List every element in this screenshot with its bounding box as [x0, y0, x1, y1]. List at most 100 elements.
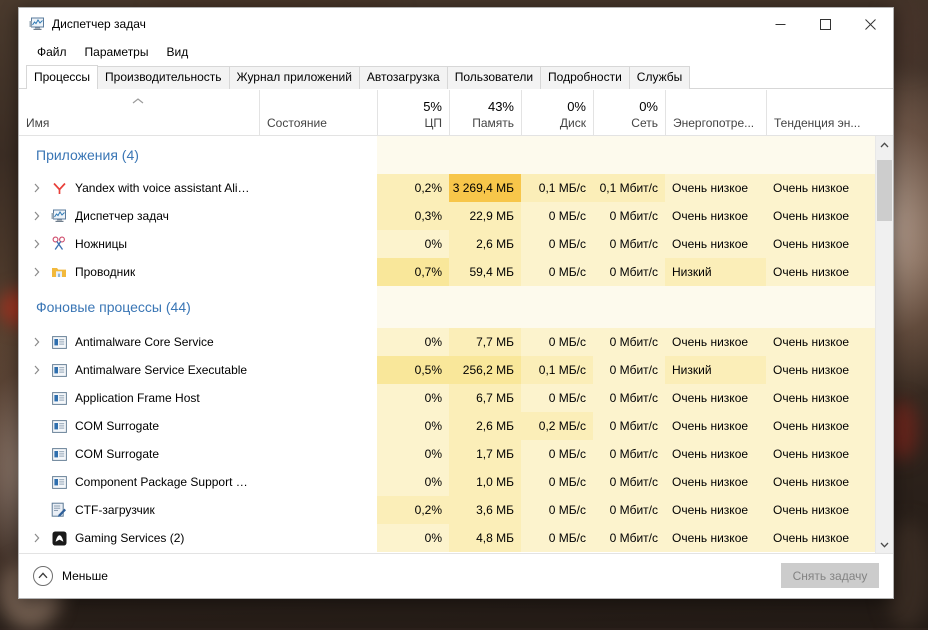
- process-row[interactable]: Ножницы 0% 2,6 МБ 0 МБ/с 0 Мбит/с Очень низко…: [19, 230, 875, 258]
- value-power: Очень низкое: [672, 391, 749, 405]
- cell-net: 0,1 Мбит/с: [593, 174, 665, 202]
- value-disk: 0 МБ/с: [548, 531, 586, 545]
- maximize-button[interactable]: [803, 9, 848, 40]
- process-row[interactable]: Antimalware Core Service 0% 7,7 МБ 0 МБ/с 0 …: [19, 328, 875, 356]
- cell-trend: Очень низкое: [766, 468, 875, 496]
- process-row[interactable]: COM Surrogate 0% 1,7 МБ 0 МБ/с 0 Мбит/с Очень…: [19, 440, 875, 468]
- minimize-button[interactable]: [758, 9, 803, 40]
- tab-5[interactable]: Подробности: [540, 66, 630, 89]
- cell-cpu: 0%: [377, 230, 449, 258]
- cell-disk: 0 МБ/с: [521, 202, 593, 230]
- value-cpu: 0%: [424, 419, 442, 433]
- process-row[interactable]: Yandex with voice assistant Alic... 0,2% 3…: [19, 174, 875, 202]
- column-pct-net: 0%: [639, 99, 658, 114]
- menu-item-0[interactable]: Файл: [28, 43, 76, 62]
- cell-cpu: 0,2%: [377, 496, 449, 524]
- column-header-memory[interactable]: 43% Память: [449, 90, 521, 135]
- tab-3[interactable]: Автозагрузка: [358, 66, 448, 89]
- cell-status: [259, 356, 377, 384]
- expand-chevron-icon[interactable]: [28, 183, 45, 193]
- value-memory: 256,2 МБ: [462, 363, 514, 377]
- expand-chevron-icon[interactable]: [28, 211, 45, 221]
- column-header-cpu[interactable]: 5% ЦП: [377, 90, 449, 135]
- process-row[interactable]: Application Frame Host 0% 6,7 МБ 0 МБ/с 0 Мб…: [19, 384, 875, 412]
- group-label: Приложения (4): [36, 147, 139, 163]
- cell-disk: 0,1 МБ/с: [521, 356, 593, 384]
- group-cell-status: [259, 136, 377, 174]
- process-row[interactable]: COM Surrogate 0% 2,6 МБ 0,2 МБ/с 0 Мбит/с Оче…: [19, 412, 875, 440]
- cell-net: 0 Мбит/с: [593, 328, 665, 356]
- scrollbar-thumb[interactable]: [877, 160, 892, 221]
- cell-cpu: 0%: [377, 384, 449, 412]
- column-pct-cpu: 5%: [423, 99, 442, 114]
- value-memory: 2,6 МБ: [476, 237, 514, 251]
- process-row[interactable]: Component Package Support S... 0% 1,0 МБ 0 …: [19, 468, 875, 496]
- value-trend: Очень низкое: [773, 419, 850, 433]
- cell-memory: 256,2 МБ: [449, 356, 521, 384]
- column-header-name[interactable]: Имя: [19, 90, 259, 135]
- process-table: Имя Состояние 5% ЦП 43% Память 0% Диск 0% Сеть Эне…: [19, 89, 893, 553]
- cell-trend: Очень низкое: [766, 328, 875, 356]
- column-header-status[interactable]: Состояние: [259, 90, 377, 135]
- column-header-net[interactable]: 0% Сеть: [593, 90, 665, 135]
- expand-chevron-icon[interactable]: [28, 239, 45, 249]
- cell-name: Проводник: [19, 258, 259, 286]
- value-disk: 0 МБ/с: [548, 447, 586, 461]
- snipping-tool-icon: [51, 236, 67, 252]
- scroll-up-button[interactable]: [876, 136, 893, 153]
- value-cpu: 0,2%: [414, 503, 442, 517]
- cell-net: 0 Мбит/с: [593, 496, 665, 524]
- generic-app-icon: [51, 446, 67, 462]
- process-name: Ножницы: [75, 237, 128, 251]
- tab-1[interactable]: Производительность: [97, 66, 230, 89]
- cell-trend: Очень низкое: [766, 202, 875, 230]
- cell-name: COM Surrogate: [19, 440, 259, 468]
- process-row[interactable]: CTF-загрузчик 0,2% 3,6 МБ 0 МБ/с 0 Мбит/с Оче…: [19, 496, 875, 524]
- value-power: Очень низкое: [672, 531, 749, 545]
- menu-item-1[interactable]: Параметры: [76, 43, 158, 62]
- cell-name: CTF-загрузчик: [19, 496, 259, 524]
- expand-chevron-icon[interactable]: [28, 533, 45, 543]
- process-row[interactable]: Antimalware Service Executable 0,5% 256,2 …: [19, 356, 875, 384]
- value-net: 0 Мбит/с: [609, 265, 658, 279]
- column-label-memory: Память: [472, 116, 514, 130]
- value-power: Очень низкое: [672, 475, 749, 489]
- menu-item-2[interactable]: Вид: [157, 43, 197, 62]
- column-header-trend[interactable]: Тенденция эн...: [766, 90, 876, 135]
- tab-0[interactable]: Процессы: [26, 65, 99, 89]
- tab-6[interactable]: Службы: [628, 66, 691, 89]
- process-row[interactable]: Диспетчер задач 0,3% 22,9 МБ 0 МБ/с 0 Мбит/с…: [19, 202, 875, 230]
- task-manager-icon: [51, 208, 67, 224]
- process-row[interactable]: Gaming Services (2) 0% 4,8 МБ 0 МБ/с 0 Мбит/…: [19, 524, 875, 552]
- fewer-details-button[interactable]: Меньше: [32, 565, 108, 587]
- expand-chevron-icon[interactable]: [28, 337, 45, 347]
- expand-chevron-icon[interactable]: [28, 365, 45, 375]
- process-list: Приложения (4) Yandex with voice assistan…: [19, 136, 875, 553]
- process-group-header[interactable]: Приложения (4): [19, 136, 875, 174]
- column-header-power[interactable]: Энергопотре...: [665, 90, 766, 135]
- cell-name: Gaming Services (2): [19, 524, 259, 552]
- cell-trend: Очень низкое: [766, 384, 875, 412]
- column-header-disk[interactable]: 0% Диск: [521, 90, 593, 135]
- column-label-power: Энергопотре...: [673, 116, 755, 130]
- vertical-scrollbar[interactable]: [875, 136, 893, 553]
- close-button[interactable]: [848, 9, 893, 40]
- cell-trend: Очень низкое: [766, 230, 875, 258]
- scroll-down-button[interactable]: [876, 536, 893, 553]
- group-cell-cpu: [377, 136, 449, 174]
- generic-app-icon: [51, 418, 67, 434]
- cell-net: 0 Мбит/с: [593, 230, 665, 258]
- group-cell-trend: [766, 286, 875, 328]
- process-row[interactable]: Проводник 0,7% 59,4 МБ 0 МБ/с 0 Мбит/с Низкий…: [19, 258, 875, 286]
- expand-chevron-icon[interactable]: [28, 267, 45, 277]
- value-memory: 4,8 МБ: [476, 531, 514, 545]
- process-group-header[interactable]: Фоновые процессы (44): [19, 286, 875, 328]
- cell-power: Очень низкое: [665, 440, 766, 468]
- tab-2[interactable]: Журнал приложений: [228, 66, 360, 89]
- end-task-button[interactable]: Снять задачу: [781, 563, 879, 588]
- cell-status: [259, 202, 377, 230]
- tab-4[interactable]: Пользователи: [446, 66, 542, 89]
- group-cell-power: [665, 136, 766, 174]
- value-memory: 22,9 МБ: [469, 209, 514, 223]
- value-memory: 3 269,4 МБ: [452, 181, 514, 195]
